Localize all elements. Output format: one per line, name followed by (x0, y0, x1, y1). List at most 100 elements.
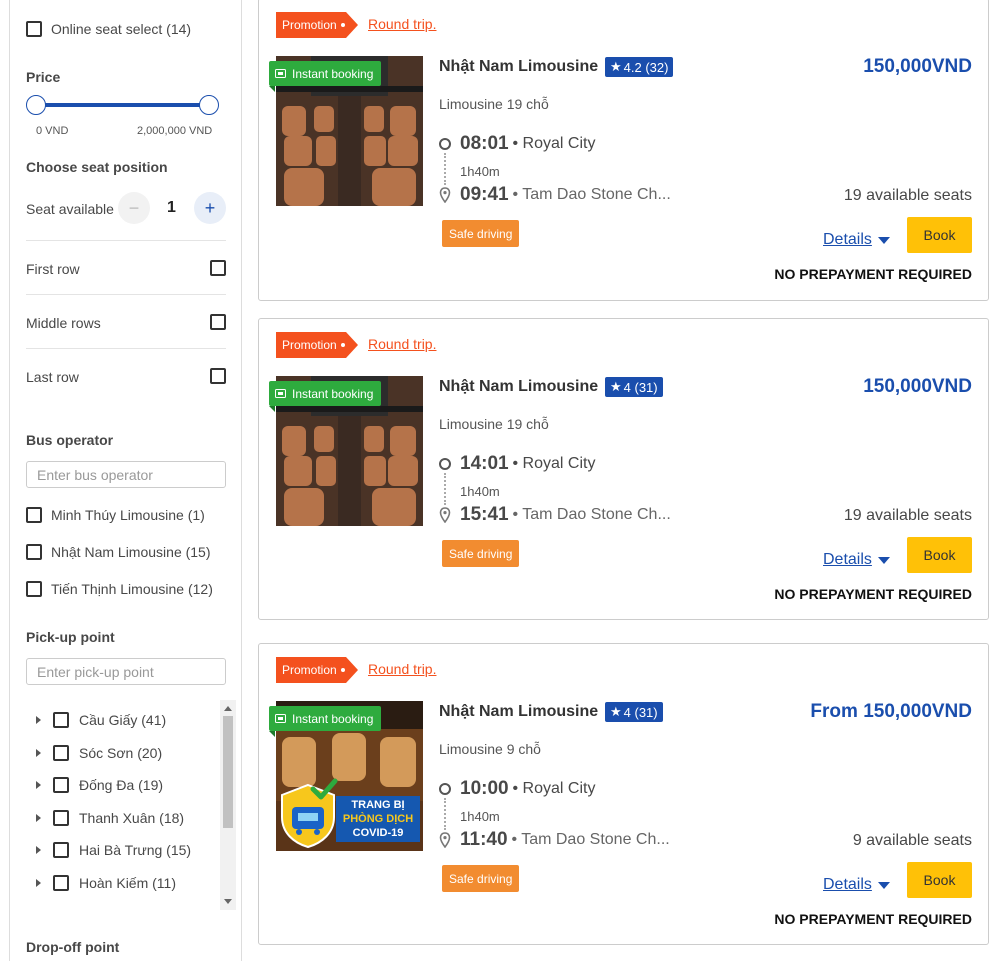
arrival-time: 11:40 (460, 829, 508, 850)
pickup-checkbox[interactable] (53, 875, 69, 891)
pickup-title: Pick-up point (26, 629, 115, 645)
operator-name[interactable]: Nhật Nam Limousine (439, 703, 598, 721)
vehicle-type: Limousine 19 chỗ (439, 416, 549, 432)
dot-icon (340, 23, 345, 27)
operator-name[interactable]: Nhật Nam Limousine (439, 58, 598, 76)
available-seats: 19 available seats (843, 187, 972, 204)
trip-price: 150,000VND (863, 56, 972, 77)
first-row-checkbox[interactable] (210, 260, 226, 276)
book-button[interactable]: Book (907, 217, 972, 253)
trip-duration: 1h40m (460, 484, 500, 499)
trip-price: From 150,000VND (810, 701, 972, 722)
price-max-label: 2,000,000 VND (137, 125, 213, 137)
pickup-option[interactable]: Đống Đa (19) (36, 777, 163, 793)
rating-badge[interactable]: ★ 4.2 (32) (605, 57, 674, 77)
middle-rows-checkbox[interactable] (210, 314, 226, 330)
expand-caret-icon[interactable] (36, 749, 41, 757)
details-link[interactable]: Details (823, 876, 890, 894)
timeline-dots (444, 473, 446, 505)
vehicle-type: Limousine 9 chỗ (439, 741, 541, 757)
pickup-option[interactable]: Cầu Giấy (41) (36, 712, 166, 728)
trip-card: Promotion Round trip. Instant booking Nh… (258, 318, 989, 620)
checkmark-icon (310, 778, 338, 800)
price-slider-track[interactable] (36, 103, 210, 107)
operator-name[interactable]: Nhật Nam Limousine (439, 378, 598, 396)
scroll-up-arrow-icon[interactable] (224, 706, 232, 711)
middle-rows-label: Middle rows (26, 315, 101, 331)
price-min-handle[interactable] (26, 95, 46, 115)
pickup-option[interactable]: Sóc Sơn (20) (36, 745, 162, 761)
pickup-option[interactable]: Hoàn Kiếm (11) (36, 875, 176, 891)
book-button[interactable]: Book (907, 862, 972, 898)
online-seat-filter[interactable]: Online seat select (14) (26, 21, 191, 37)
details-label: Details (823, 231, 872, 248)
departure-circle-icon (439, 783, 451, 795)
first-row-label: First row (26, 261, 80, 277)
trip-duration: 1h40m (460, 809, 500, 824)
scroll-thumb[interactable] (223, 716, 233, 828)
scroll-down-arrow-icon[interactable] (224, 899, 232, 904)
operator-checkbox[interactable] (26, 507, 42, 523)
operator-option[interactable]: Tiến Thịnh Limousine (12) (26, 581, 213, 597)
seat-count: 1 (167, 199, 176, 216)
arrival-place: • Tam Dao Stone Ch... (512, 506, 671, 523)
trip-timeline: 10:00 • Royal City 1h40m 11:40 • Tam Dao… (439, 778, 670, 851)
pickup-label: Thanh Xuân (18) (79, 810, 185, 826)
promotion-label: Promotion (282, 663, 337, 677)
expand-caret-icon[interactable] (36, 716, 41, 724)
expand-caret-icon[interactable] (36, 846, 41, 854)
details-link[interactable]: Details (823, 551, 890, 569)
pickup-checkbox[interactable] (53, 745, 69, 761)
rating-value: 4.2 (32) (623, 59, 669, 75)
operator-option[interactable]: Nhật Nam Limousine (15) (26, 544, 211, 560)
pickup-checkbox[interactable] (53, 777, 69, 793)
expand-caret-icon[interactable] (36, 781, 41, 789)
pickup-option[interactable]: Hai Bà Trưng (15) (36, 842, 191, 858)
details-link[interactable]: Details (823, 231, 890, 249)
plus-icon: + (204, 197, 216, 218)
round-trip-link[interactable]: Round trip. (368, 661, 436, 677)
dot-icon (340, 343, 345, 347)
rating-badge[interactable]: ★ 4 (31) (605, 702, 663, 722)
no-prepayment-note: NO PREPAYMENT REQUIRED (774, 911, 972, 927)
pickup-label: Cầu Giấy (41) (79, 712, 167, 728)
trip-timeline: 08:01 • Royal City 1h40m 09:41 • Tam Dao… (439, 133, 671, 206)
pickup-option[interactable]: Thanh Xuân (18) (36, 810, 184, 826)
promotion-tag: Promotion (276, 332, 358, 358)
operator-checkbox[interactable] (26, 581, 42, 597)
expand-caret-icon[interactable] (36, 814, 41, 822)
seat-increment-button[interactable]: + (194, 192, 226, 224)
pickup-label: Hai Bà Trưng (15) (79, 842, 192, 858)
operator-option[interactable]: Minh Thúy Limousine (1) (26, 507, 205, 523)
location-pin-icon (439, 187, 451, 203)
operator-label: Tiến Thịnh Limousine (12) (51, 581, 213, 597)
round-trip-link[interactable]: Round trip. (368, 16, 436, 32)
book-button[interactable]: Book (907, 537, 972, 573)
no-prepayment-note: NO PREPAYMENT REQUIRED (774, 266, 972, 282)
details-label: Details (823, 551, 872, 568)
arrival-place: • Tam Dao Stone Ch... (511, 831, 670, 848)
price-max-handle[interactable] (199, 95, 219, 115)
departure-place: • Royal City (512, 455, 596, 472)
bus-operator-input[interactable]: Enter bus operator (26, 461, 226, 488)
seat-decrement-button[interactable]: − (118, 192, 150, 224)
last-row-checkbox[interactable] (210, 368, 226, 384)
last-row-label: Last row (26, 369, 79, 385)
divider (26, 348, 226, 349)
operator-checkbox[interactable] (26, 544, 42, 560)
pickup-list-scrollbar[interactable] (220, 700, 236, 910)
expand-caret-icon[interactable] (36, 879, 41, 887)
pickup-checkbox[interactable] (53, 842, 69, 858)
ticket-icon (275, 714, 286, 723)
timeline-dots (444, 153, 446, 185)
pickup-input[interactable]: Enter pick-up point (26, 658, 226, 685)
trip-card: Promotion Round trip. Instant booking Nh… (258, 0, 989, 301)
pickup-checkbox[interactable] (53, 712, 69, 728)
pickup-checkbox[interactable] (53, 810, 69, 826)
round-trip-link[interactable]: Round trip. (368, 336, 436, 352)
arrival-time: 15:41 (460, 504, 509, 525)
rating-badge[interactable]: ★ 4 (31) (605, 377, 663, 397)
location-pin-icon (439, 507, 451, 523)
instant-booking-badge: Instant booking (269, 706, 382, 737)
online-seat-checkbox[interactable] (26, 21, 42, 37)
